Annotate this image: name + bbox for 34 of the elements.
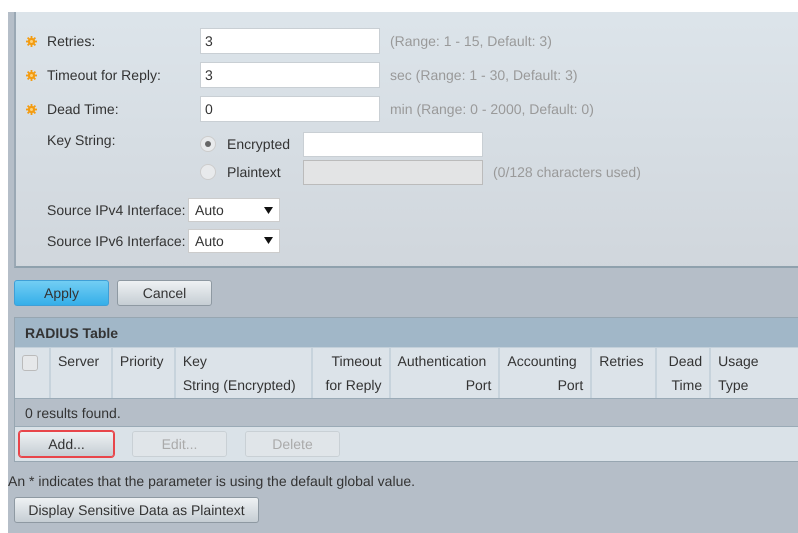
gear-icon: [26, 36, 37, 47]
column-header: Usage Type: [717, 352, 760, 395]
cancel-button[interactable]: Cancel: [117, 280, 212, 306]
field-label: Retries:: [47, 33, 96, 50]
table-button[interactable]: Add...: [19, 431, 114, 457]
dropdown[interactable]: Auto: [188, 228, 280, 253]
field-label: Timeout for Reply:: [47, 67, 162, 84]
field-label: Key String:: [47, 132, 116, 148]
field-label: Dead Time:: [47, 101, 120, 118]
radio-label: Plaintext: [227, 164, 282, 180]
field-hint: (Range: 1 - 15, Default: 3): [390, 33, 552, 50]
radio-button[interactable]: [200, 164, 216, 180]
results-status: 0 results found.: [15, 398, 798, 427]
radio-label: Encrypted: [227, 136, 292, 152]
checkbox[interactable]: [22, 355, 38, 371]
caret-icon: [264, 237, 273, 244]
caret-icon: [264, 206, 273, 214]
field-label: Source IPv4 Interface:: [47, 202, 187, 218]
default-note: An * indicates that the parameter is using the default global value.: [8, 472, 416, 491]
input-field[interactable]: 0: [200, 96, 380, 122]
field-hint: sec (Range: 1 - 30, Default: 3): [390, 67, 578, 84]
input-field[interactable]: 3: [200, 62, 380, 88]
display-plaintext-button[interactable]: Display Sensitive Data as Plaintext: [14, 497, 259, 523]
radio-button[interactable]: [200, 136, 216, 152]
gear-icon: [26, 104, 37, 115]
input-field[interactable]: [303, 132, 483, 157]
dropdown[interactable]: Auto: [188, 198, 280, 222]
field-hint: (0/128 characters used): [493, 164, 641, 180]
table-title: RADIUS Table: [15, 318, 798, 347]
field-label: Source IPv6 Interface:: [47, 232, 187, 249]
input-field[interactable]: 3: [200, 28, 380, 54]
apply-button[interactable]: Apply: [14, 280, 109, 306]
gear-icon: [26, 70, 37, 81]
field-hint: min (Range: 0 - 2000, Default: 0): [390, 101, 594, 118]
